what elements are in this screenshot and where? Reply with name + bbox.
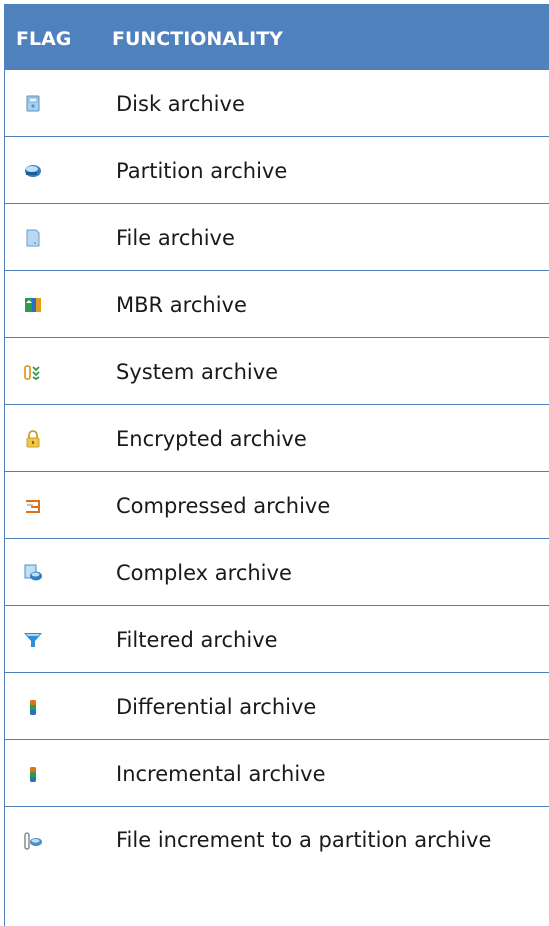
row-label: MBR archive: [116, 293, 247, 317]
row-label: Filtered archive: [116, 628, 278, 652]
table-row: Compressed archive: [4, 472, 549, 539]
table-row: Filtered archive: [4, 606, 549, 673]
table-row: System archive: [4, 338, 549, 405]
table-row: Partition archive: [4, 137, 549, 204]
table-header: FLAG FUNCTIONALITY: [4, 4, 549, 70]
row-label: Incremental archive: [116, 762, 326, 786]
row-label: Differential archive: [116, 695, 317, 719]
file-archive-icon: [26, 229, 40, 247]
mbr-archive-icon: [25, 298, 41, 312]
table-row: File increment to a partition archive: [4, 807, 549, 917]
incremental-archive-icon: [30, 767, 36, 782]
table-row: Encrypted archive: [4, 405, 549, 472]
system-archive-icon: [24, 365, 40, 381]
row-label: Encrypted archive: [116, 427, 307, 451]
header-flag: FLAG: [16, 28, 72, 50]
differential-archive-icon: [30, 700, 36, 715]
row-label: Compressed archive: [116, 494, 331, 518]
lock-icon: [26, 430, 40, 448]
disk-archive-icon: [26, 95, 40, 112]
row-label: File archive: [116, 226, 235, 250]
row-label: Complex archive: [116, 561, 292, 585]
table-row: Disk archive: [4, 70, 549, 137]
funnel-icon: [24, 633, 42, 647]
row-label: Partition archive: [116, 159, 288, 183]
table-left-border: [4, 70, 5, 926]
row-label: System archive: [116, 360, 279, 384]
row-label: Disk archive: [116, 92, 245, 116]
table-row: File archive: [4, 204, 549, 271]
table-row: Differential archive: [4, 673, 549, 740]
table-row: Complex archive: [4, 539, 549, 606]
clamp-icon: [26, 500, 40, 513]
table-row: Incremental archive: [4, 740, 549, 807]
header-functionality: FUNCTIONALITY: [112, 28, 283, 50]
partition-archive-icon: [25, 165, 41, 177]
table-row: MBR archive: [4, 271, 549, 338]
complex-archive-icon: [24, 564, 42, 581]
file-increment-icon: [24, 832, 42, 850]
row-label: File increment to a partition archive: [116, 828, 492, 852]
